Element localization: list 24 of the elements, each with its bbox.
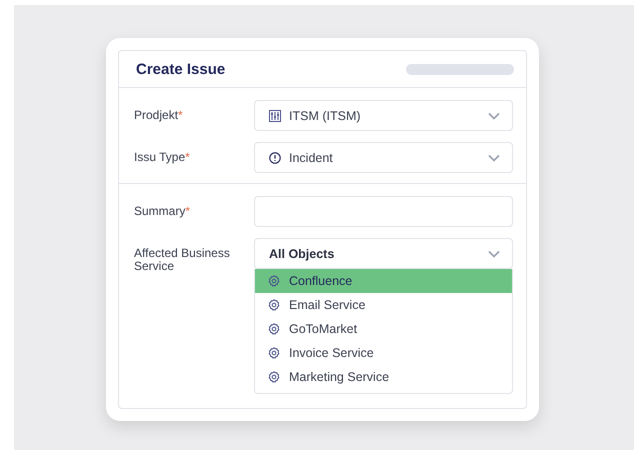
gear-icon	[268, 347, 280, 359]
field-label: Summary*	[134, 203, 192, 218]
gear-icon	[268, 275, 280, 287]
gear-icon	[268, 323, 280, 335]
select-field[interactable]: Incident	[254, 142, 513, 173]
field-label: Affected Business Service	[134, 245, 231, 273]
gear-icon	[268, 371, 280, 383]
select-field[interactable]: ITSM (ITSM)	[254, 100, 513, 131]
dropdown-option[interactable]: GoToMarket	[255, 317, 512, 341]
dialog-title: Create Issue	[136, 60, 226, 78]
dropdown-option[interactable]: Marketing Service	[255, 365, 512, 389]
lookup-field[interactable]: All Objects	[254, 238, 513, 269]
dropdown-option[interactable]: Email Service	[255, 293, 512, 317]
dropdown-option[interactable]: Confluence	[255, 269, 512, 293]
field-label: Prodjekt*	[134, 107, 184, 122]
chevron-down-icon	[488, 250, 500, 258]
chevron-down-icon	[488, 112, 500, 120]
sliders-icon	[269, 110, 281, 122]
chevron-down-icon	[488, 154, 500, 162]
dropdown-option[interactable]: Invoice Service	[255, 341, 512, 365]
alert-icon	[269, 152, 281, 164]
gear-icon	[268, 299, 280, 311]
input-field[interactable]	[254, 196, 513, 227]
field-label: Issu Type*	[134, 149, 191, 164]
